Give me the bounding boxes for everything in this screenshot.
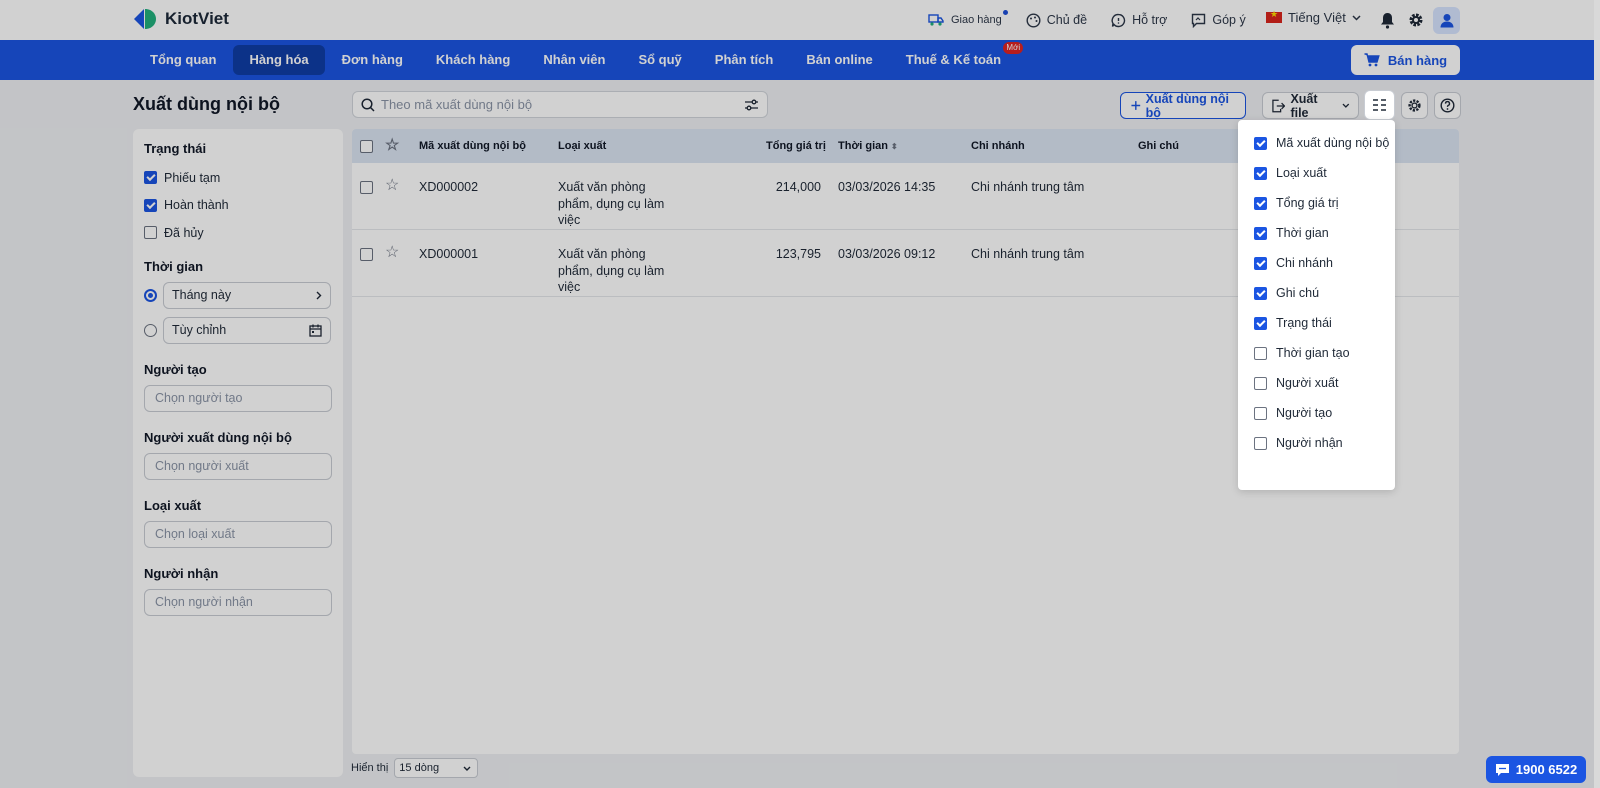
checkbox[interactable] (1254, 166, 1267, 180)
column-option[interactable]: Người tạo (1254, 398, 1395, 428)
checkbox[interactable] (1254, 226, 1267, 240)
column-option[interactable]: Loại xuất (1254, 158, 1395, 188)
hotline-button[interactable]: 1900 6522 (1486, 756, 1586, 783)
column-option-label: Thời gian (1276, 226, 1329, 240)
column-option-label: Người xuất (1276, 376, 1339, 390)
column-option[interactable]: Thời gian tạo (1254, 338, 1395, 368)
checkbox[interactable] (1254, 316, 1267, 330)
checkbox[interactable] (1254, 406, 1267, 420)
checkbox[interactable] (1254, 256, 1267, 270)
column-option-label: Chi nhánh (1276, 256, 1333, 270)
column-option[interactable]: Mã xuất dùng nội bộ (1254, 128, 1395, 158)
column-option-label: Ghi chú (1276, 286, 1320, 300)
column-option-label: Thời gian tạo (1276, 346, 1350, 360)
column-option-label: Loại xuất (1276, 166, 1327, 180)
column-option-label: Trạng thái (1276, 316, 1332, 330)
column-picker-panel: Mã xuất dùng nội bộ Loại xuất Tổng giá t… (1238, 120, 1395, 490)
checkbox[interactable] (1254, 436, 1267, 450)
column-option[interactable]: Người xuất (1254, 368, 1395, 398)
checkbox[interactable] (1254, 136, 1267, 150)
columns-list-icon (1373, 99, 1386, 111)
hotline-label: 1900 6522 (1515, 762, 1578, 777)
page-scrollbar[interactable] (1594, 0, 1600, 788)
chat-bubble-icon (1495, 763, 1509, 776)
column-option[interactable]: Người nhận (1254, 428, 1395, 458)
column-option[interactable]: Trạng thái (1254, 308, 1395, 338)
column-option[interactable]: Thời gian (1254, 218, 1395, 248)
checkbox[interactable] (1254, 286, 1267, 300)
checkbox[interactable] (1254, 376, 1267, 390)
column-option[interactable]: Tổng giá trị (1254, 188, 1395, 218)
column-option-label: Tổng giá trị (1276, 196, 1339, 210)
column-option-label: Mã xuất dùng nội bộ (1276, 136, 1390, 150)
column-toggle-button[interactable] (1364, 90, 1395, 120)
checkbox[interactable] (1254, 196, 1267, 210)
column-option-label: Người nhận (1276, 436, 1343, 450)
column-option[interactable]: Ghi chú (1254, 278, 1395, 308)
column-option[interactable]: Chi nhánh (1254, 248, 1395, 278)
column-option-label: Người tạo (1276, 406, 1333, 420)
checkbox[interactable] (1254, 346, 1267, 360)
